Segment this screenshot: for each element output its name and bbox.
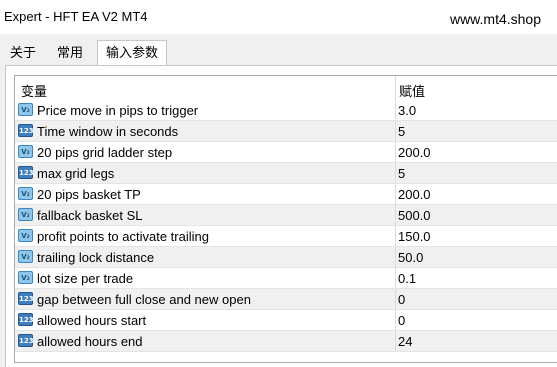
parameter-name: 20 pips basket TP <box>37 187 141 202</box>
ab-type-icon: V₂ <box>18 145 33 158</box>
parameter-value[interactable]: 200.0 <box>398 187 431 202</box>
parameter-value[interactable]: 500.0 <box>398 208 431 223</box>
cell-divider <box>395 142 396 162</box>
parameter-value[interactable]: 50.0 <box>398 250 423 265</box>
ab-type-icon: V₂ <box>18 208 33 221</box>
column-divider[interactable] <box>395 76 396 100</box>
parameter-name: 20 pips grid ladder step <box>37 145 173 160</box>
int-type-icon: 123 <box>18 292 34 305</box>
ab-type-icon: V₂ <box>18 103 33 116</box>
cell-divider <box>395 163 396 183</box>
table-row[interactable]: V₂ Price move in pips to trigger 3.0 <box>15 100 557 121</box>
cell-divider <box>395 310 396 330</box>
parameter-value[interactable]: 150.0 <box>398 229 431 244</box>
cell-divider <box>395 247 396 267</box>
table-row[interactable]: V₂ profit points to activate trailing 150.… <box>15 226 557 247</box>
parameter-value[interactable]: 5 <box>398 166 405 181</box>
tab-inputs[interactable]: 输入参数 <box>97 40 168 66</box>
table-row[interactable]: 123 allowed hours start 0 <box>15 310 557 331</box>
parameter-name: Price move in pips to trigger <box>37 103 199 118</box>
parameter-value[interactable]: 0.1 <box>398 271 416 286</box>
parameter-value[interactable]: 24 <box>398 334 412 349</box>
ab-type-icon: V₂ <box>18 187 33 200</box>
inputs-panel: 变量 赋值 V₂ Price move in pips to trigger 3.0… <box>5 65 557 367</box>
table-row[interactable]: V₂ fallback basket SL 500.0 <box>15 205 557 226</box>
cell-divider <box>395 205 396 225</box>
column-header-value[interactable]: 赋值 <box>399 81 425 100</box>
tab-common[interactable]: 常用 <box>49 42 91 64</box>
ab-type-icon: V₂ <box>18 229 33 242</box>
parameter-name: profit points to activate trailing <box>37 229 209 244</box>
parameter-value[interactable]: 0 <box>398 313 405 328</box>
cell-divider <box>395 226 396 246</box>
title-bar: Expert - HFT EA V2 MT4 www.mt4.shop <box>0 0 557 34</box>
parameter-value[interactable]: 5 <box>398 124 405 139</box>
int-type-icon: 123 <box>18 124 34 137</box>
parameter-name: lot size per trade <box>37 271 134 286</box>
parameter-name: allowed hours end <box>37 334 143 349</box>
int-type-icon: 123 <box>18 313 34 326</box>
parameter-value[interactable]: 200.0 <box>398 145 431 160</box>
cell-divider <box>395 268 396 288</box>
parameter-name: allowed hours start <box>37 313 147 328</box>
watermark-text: www.mt4.shop <box>449 11 541 27</box>
table-header: 变量 赋值 <box>15 76 557 100</box>
cell-divider <box>395 100 396 120</box>
int-type-icon: 123 <box>18 166 34 179</box>
parameter-value[interactable]: 3.0 <box>398 103 416 118</box>
tab-about[interactable]: 关于 <box>2 42 44 64</box>
tab-bar: 关于 常用 输入参数 <box>0 40 557 66</box>
table-row[interactable]: V₂ 20 pips grid ladder step 200.0 <box>15 142 557 163</box>
cell-divider <box>395 121 396 141</box>
table-row[interactable]: V₂ 20 pips basket TP 200.0 <box>15 184 557 205</box>
ab-type-icon: V₂ <box>18 250 33 263</box>
window-title: Expert - HFT EA V2 MT4 <box>4 9 148 24</box>
parameter-value[interactable]: 0 <box>398 292 405 307</box>
table-row[interactable]: 123 allowed hours end 24 <box>15 331 557 352</box>
int-type-icon: 123 <box>18 334 34 347</box>
parameter-name: fallback basket SL <box>37 208 143 223</box>
table-row[interactable]: V₂ trailing lock distance 50.0 <box>15 247 557 268</box>
cell-divider <box>395 289 396 309</box>
cell-divider <box>395 331 396 351</box>
table-row[interactable]: 123 Time window in seconds 5 <box>15 121 557 142</box>
table-row[interactable]: 123 max grid legs 5 <box>15 163 557 184</box>
table-row[interactable]: V₂ lot size per trade 0.1 <box>15 268 557 289</box>
parameter-name: max grid legs <box>37 166 115 181</box>
parameters-table: 变量 赋值 V₂ Price move in pips to trigger 3.0… <box>14 75 557 363</box>
ab-type-icon: V₂ <box>18 271 33 284</box>
parameter-name: gap between full close and new open <box>37 292 251 307</box>
cell-divider <box>395 184 396 204</box>
table-row[interactable]: 123 gap between full close and new open 0 <box>15 289 557 310</box>
column-header-variable[interactable]: 变量 <box>21 81 47 100</box>
parameter-name: Time window in seconds <box>37 124 179 139</box>
parameter-name: trailing lock distance <box>37 250 155 265</box>
table-body: V₂ Price move in pips to trigger 3.0 123 Tim… <box>15 100 557 352</box>
